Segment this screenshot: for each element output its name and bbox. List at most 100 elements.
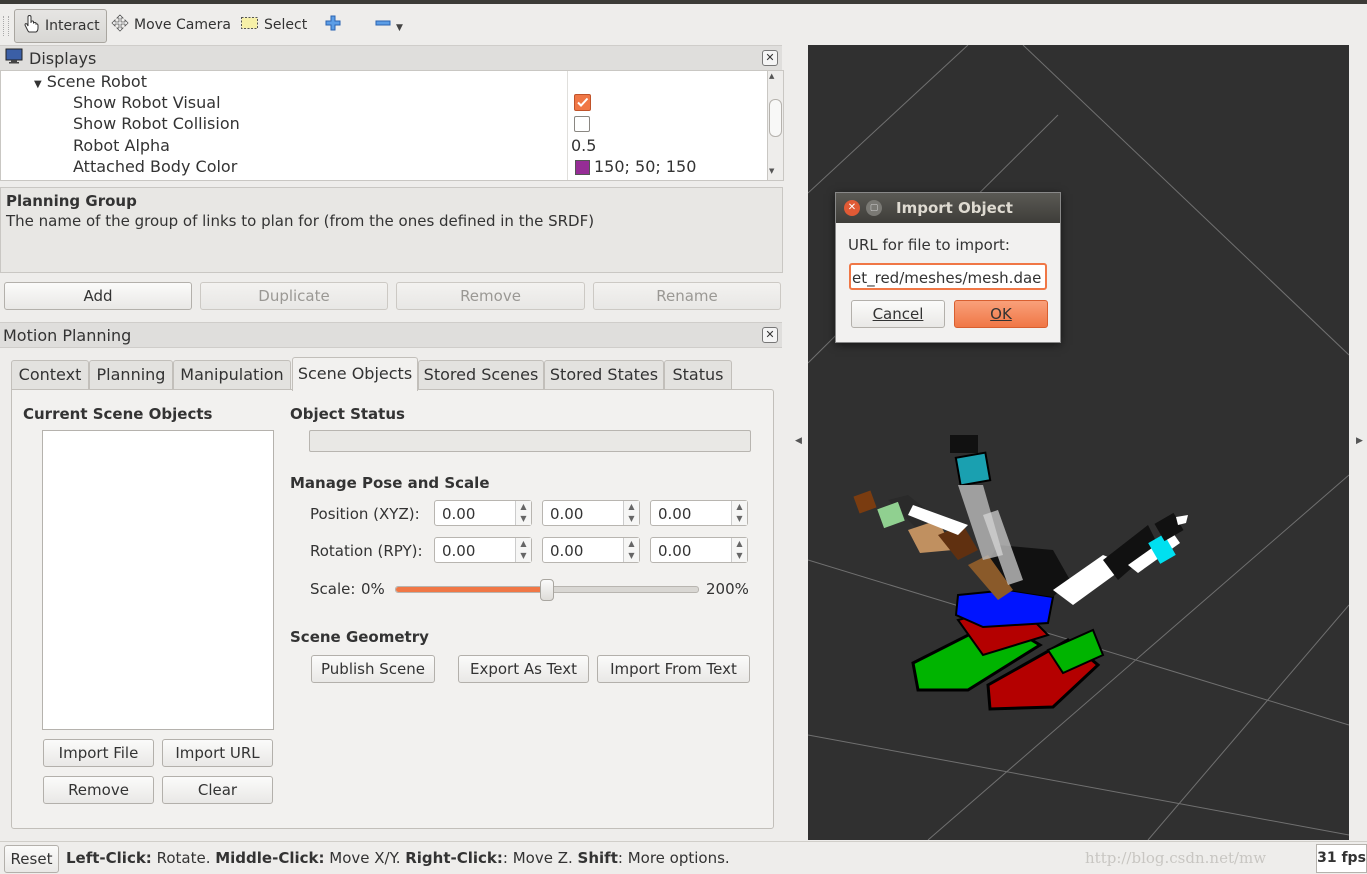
scene-geometry-title: Scene Geometry	[290, 628, 429, 646]
position-z-spinbox[interactable]: 0.00 ▲ ▼	[650, 500, 748, 526]
move-xy-text: Move X/Y.	[324, 849, 406, 867]
splitter-right-arrow-icon[interactable]: ▶	[1356, 436, 1363, 446]
dialog-ok-button[interactable]: OK	[954, 300, 1048, 328]
tree-item-show-robot-collision[interactable]: Show Robot Collision	[73, 114, 240, 135]
import-file-button[interactable]: Import File	[43, 739, 154, 767]
rotation-y-spinbox[interactable]: 0.00 ▲ ▼	[650, 537, 748, 563]
shift-label: Shift	[577, 849, 618, 867]
tree-item-robot-alpha[interactable]: Robot Alpha	[73, 136, 170, 157]
spin-arrows-icon[interactable]: ▲ ▼	[623, 501, 639, 525]
status-hint: Left-Click: Rotate. Middle-Click: Move X…	[66, 849, 730, 867]
object-status-title: Object Status	[290, 405, 405, 423]
motion-planning-title: Motion Planning	[3, 325, 132, 345]
position-x-value: 0.00	[442, 505, 476, 523]
duplicate-button[interactable]: Duplicate	[200, 282, 388, 310]
import-from-text-button[interactable]: Import From Text	[597, 655, 750, 683]
reset-button[interactable]: Reset	[4, 845, 59, 873]
tree-column-divider	[567, 71, 568, 180]
3d-viewport[interactable]	[808, 45, 1349, 840]
manage-pose-title: Manage Pose and Scale	[290, 474, 490, 492]
rename-button[interactable]: Rename	[593, 282, 781, 310]
tree-item-show-robot-visual[interactable]: Show Robot Visual	[73, 93, 221, 114]
description-title: Planning Group	[6, 192, 137, 210]
rotation-y-value: 0.00	[658, 542, 692, 560]
minus-icon	[374, 14, 392, 36]
move-camera-icon	[110, 14, 130, 36]
motion-planning-close-icon[interactable]: ✕	[762, 327, 778, 343]
spin-arrows-icon[interactable]: ▲ ▼	[515, 501, 531, 525]
displays-tree: ▼ Scene Robot Show Robot Visual Show Robo…	[0, 70, 770, 181]
scale-max-label: 200%	[706, 580, 749, 598]
select-icon	[240, 15, 260, 35]
spin-arrows-icon[interactable]: ▲ ▼	[731, 501, 747, 525]
tab-stored-scenes[interactable]: Stored Scenes	[418, 360, 544, 389]
spin-arrows-icon[interactable]: ▲ ▼	[731, 538, 747, 562]
remove-object-button[interactable]: Remove	[43, 776, 154, 804]
attached-body-color-swatch[interactable]	[575, 160, 590, 175]
tab-planning[interactable]: Planning	[89, 360, 173, 389]
tab-context[interactable]: Context	[11, 360, 89, 389]
right-click-label: Right-Click:	[405, 849, 503, 867]
robot-scene-render	[808, 45, 1349, 840]
status-bar: Reset Left-Click: Rotate. Middle-Click: …	[0, 841, 1367, 874]
dialog-cancel-button[interactable]: Cancel	[851, 300, 945, 328]
robot-alpha-label: Robot Alpha	[73, 136, 170, 155]
rotation-p-spinbox[interactable]: 0.00 ▲ ▼	[542, 537, 640, 563]
add-tool-button[interactable]	[324, 9, 342, 41]
move-camera-label: Move Camera	[134, 17, 231, 33]
tab-status[interactable]: Status	[664, 360, 732, 389]
scale-slider[interactable]	[395, 579, 699, 601]
displays-close-icon[interactable]: ✕	[762, 50, 778, 66]
interact-label: Interact	[45, 18, 100, 34]
import-url-button[interactable]: Import URL	[162, 739, 273, 767]
scale-min-label: 0%	[361, 580, 385, 598]
spin-arrows-icon[interactable]: ▲ ▼	[623, 538, 639, 562]
rotate-text: Rotate.	[151, 849, 216, 867]
remove-tool-button[interactable]: ▼	[374, 9, 403, 41]
tab-stored-states[interactable]: Stored States	[544, 360, 664, 389]
robot-alpha-value[interactable]: 0.5	[571, 136, 596, 157]
position-x-spinbox[interactable]: 0.00 ▲ ▼	[434, 500, 532, 526]
rotation-r-spinbox[interactable]: 0.00 ▲ ▼	[434, 537, 532, 563]
show-robot-visual-label: Show Robot Visual	[73, 93, 221, 112]
scale-slider-handle[interactable]	[540, 579, 554, 601]
scroll-up-icon[interactable]: ▲	[769, 72, 774, 80]
position-y-spinbox[interactable]: 0.00 ▲ ▼	[542, 500, 640, 526]
displays-title: Displays	[29, 48, 97, 68]
publish-scene-button[interactable]: Publish Scene	[311, 655, 435, 683]
fps-counter: 31 fps	[1316, 844, 1367, 873]
watermark: http://blog.csdn.net/mw	[1085, 849, 1267, 867]
move-camera-button[interactable]: Move Camera	[110, 9, 231, 41]
hand-icon	[21, 14, 41, 38]
displays-scrollbar[interactable]: ▲ ▼	[767, 70, 784, 181]
splitter-left-arrow-icon[interactable]: ◀	[795, 436, 802, 446]
show-robot-visual-checkbox[interactable]	[574, 94, 591, 111]
expand-arrow-icon[interactable]: ▼	[34, 79, 42, 90]
scroll-down-icon[interactable]: ▼	[769, 167, 774, 175]
select-button[interactable]: Select	[240, 9, 307, 41]
spin-arrows-icon[interactable]: ▲ ▼	[515, 538, 531, 562]
plus-icon	[324, 14, 342, 36]
export-as-text-button[interactable]: Export As Text	[458, 655, 589, 683]
attached-body-color-value[interactable]: 150; 50; 150	[594, 157, 696, 178]
tree-item-attached-body-color[interactable]: Attached Body Color	[73, 157, 237, 178]
dialog-close-icon[interactable]: ✕	[844, 200, 860, 216]
clear-button[interactable]: Clear	[162, 776, 273, 804]
scroll-thumb[interactable]	[769, 99, 782, 137]
toolbar-grip[interactable]	[3, 16, 9, 36]
tab-manipulation[interactable]: Manipulation	[173, 360, 291, 389]
position-y-value: 0.00	[550, 505, 584, 523]
tab-scene-objects[interactable]: Scene Objects	[292, 357, 418, 391]
scene-objects-list[interactable]	[42, 430, 274, 730]
interact-button[interactable]: Interact	[14, 9, 107, 43]
add-button[interactable]: Add	[4, 282, 192, 310]
dialog-maximize-icon[interactable]: ▢	[866, 200, 882, 216]
property-description: Planning Group The name of the group of …	[0, 187, 783, 273]
rotation-label: Rotation (RPY):	[310, 542, 423, 560]
dialog-url-input[interactable]: et_red/meshes/mesh.dae	[849, 263, 1047, 290]
more-options-text: : More options.	[617, 849, 730, 867]
show-robot-collision-checkbox[interactable]	[574, 116, 590, 132]
chevron-down-icon: ▼	[396, 23, 403, 33]
remove-display-button[interactable]: Remove	[396, 282, 585, 310]
tree-item-scene-robot[interactable]: ▼ Scene Robot	[34, 72, 147, 93]
